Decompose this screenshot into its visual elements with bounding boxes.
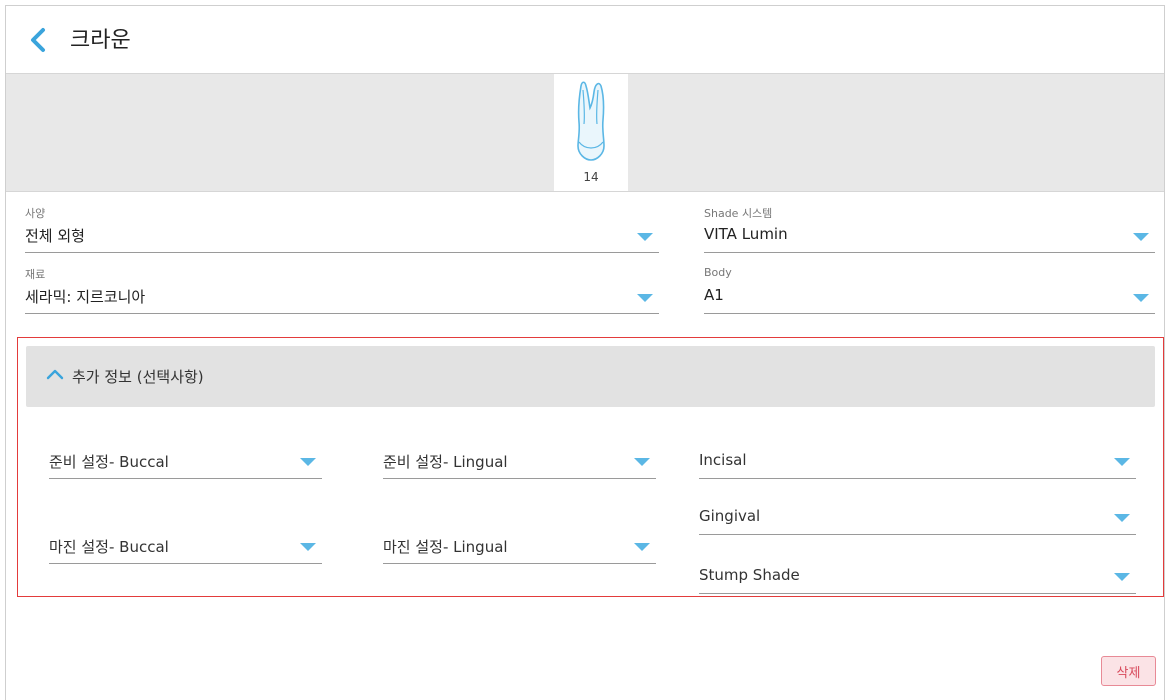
shade-system-dropdown[interactable]: Shade 시스템 VITA Lumin — [704, 205, 1155, 253]
delete-button[interactable]: 삭제 — [1101, 656, 1156, 686]
margin-buccal-label: 마진 설정- Buccal — [49, 538, 169, 556]
shade-system-label: Shade 시스템 — [704, 207, 773, 220]
optional-info-title: 추가 정보 (선택사항) — [72, 368, 204, 386]
stump-shade-dropdown[interactable]: Stump Shade — [699, 562, 1136, 594]
dropdown-caret-icon — [1133, 233, 1149, 241]
dropdown-caret-icon — [634, 543, 650, 551]
prep-lingual-label: 준비 설정- Lingual — [383, 453, 508, 471]
header: 크라운 — [6, 6, 1164, 74]
tooth-number: 14 — [583, 170, 599, 184]
crown-panel: 크라운 14 사양 전체 외형 Shade 시스템 VITA Lumin 재료 … — [5, 5, 1165, 700]
optional-info-toggle[interactable]: 추가 정보 (선택사항) — [26, 346, 1155, 407]
dropdown-caret-icon — [1133, 294, 1149, 302]
dropdown-caret-icon — [300, 458, 316, 466]
material-dropdown[interactable]: 재료 세라믹: 지르코니아 — [25, 266, 659, 314]
dropdown-caret-icon — [1114, 514, 1130, 522]
spec-label: 사양 — [25, 207, 46, 220]
gingival-label: Gingival — [699, 507, 761, 525]
prep-buccal-dropdown[interactable]: 준비 설정- Buccal — [49, 447, 322, 479]
back-button[interactable] — [24, 24, 54, 56]
dropdown-caret-icon — [1114, 458, 1130, 466]
prep-lingual-dropdown[interactable]: 준비 설정- Lingual — [383, 447, 656, 479]
spec-value: 전체 외형 — [25, 227, 85, 245]
margin-lingual-label: 마진 설정- Lingual — [383, 538, 508, 556]
chevron-up-icon — [46, 369, 64, 380]
spec-dropdown[interactable]: 사양 전체 외형 — [25, 205, 659, 253]
tooth-strip: 14 — [6, 74, 1164, 192]
margin-lingual-dropdown[interactable]: 마진 설정- Lingual — [383, 532, 656, 564]
gingival-dropdown[interactable]: Gingival — [699, 503, 1136, 535]
dropdown-caret-icon — [637, 233, 653, 241]
dropdown-caret-icon — [634, 458, 650, 466]
dropdown-caret-icon — [300, 543, 316, 551]
shade-system-value: VITA Lumin — [704, 225, 788, 243]
dropdown-caret-icon — [1114, 573, 1130, 581]
incisal-dropdown[interactable]: Incisal — [699, 447, 1136, 479]
body-label: Body — [704, 266, 732, 279]
stump-shade-label: Stump Shade — [699, 566, 800, 584]
body-value: A1 — [704, 286, 724, 304]
optional-info-section: 추가 정보 (선택사항) 준비 설정- Buccal 준비 설정- Lingua… — [17, 337, 1164, 597]
tooth-card-selected[interactable]: 14 — [554, 74, 628, 191]
body-dropdown[interactable]: Body A1 — [704, 266, 1155, 314]
page-title: 크라운 — [70, 28, 131, 53]
margin-buccal-dropdown[interactable]: 마진 설정- Buccal — [49, 532, 322, 564]
material-label: 재료 — [25, 268, 46, 281]
incisal-label: Incisal — [699, 451, 747, 469]
chevron-left-icon — [31, 28, 45, 52]
prep-buccal-label: 준비 설정- Buccal — [49, 453, 169, 471]
dropdown-caret-icon — [637, 294, 653, 302]
material-value: 세라믹: 지르코니아 — [25, 288, 146, 306]
tooth-icon — [577, 81, 605, 161]
